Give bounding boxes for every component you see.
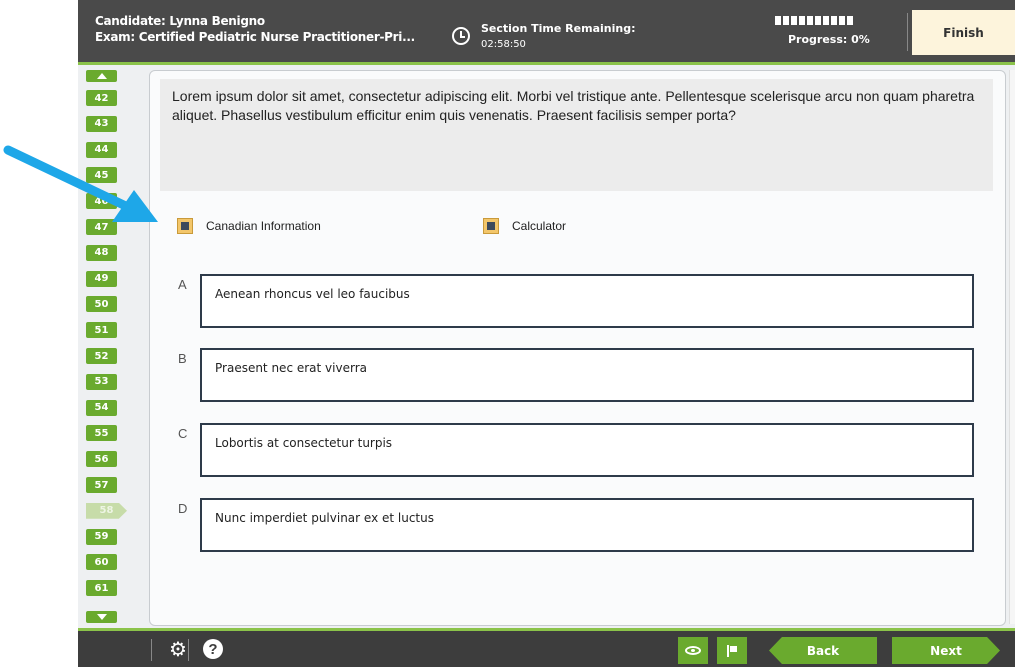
option-text: Praesent nec erat viverra: [215, 361, 367, 375]
question-nav-item[interactable]: 56: [86, 451, 117, 468]
progress-bar: [775, 16, 853, 25]
question-nav-item[interactable]: 53: [86, 373, 117, 390]
footer-divider: [151, 639, 152, 661]
question-nav-item[interactable]: 59: [86, 528, 117, 545]
gear-icon[interactable]: ⚙: [169, 640, 187, 660]
header-accent-line: [78, 62, 1015, 65]
question-nav-item[interactable]: 55: [86, 425, 117, 442]
question-nav-item[interactable]: 58: [86, 502, 127, 519]
arrow-down-icon: [96, 614, 107, 620]
question-nav-item[interactable]: 61: [86, 580, 117, 597]
question-nav-item[interactable]: 54: [86, 399, 117, 416]
progress-label: Progress: 0%: [788, 33, 870, 46]
flag-button[interactable]: [717, 637, 747, 664]
candidate-name: Candidate: Lynna Benigno: [95, 14, 265, 28]
exam-name: Exam: Certified Pediatric Nurse Practiti…: [95, 30, 415, 44]
option-text: Lobortis at consectetur turpis: [215, 436, 393, 450]
nav-up-button[interactable]: [86, 70, 117, 82]
question-nav-item[interactable]: 60: [86, 554, 117, 571]
finish-button[interactable]: Finish: [912, 10, 1015, 55]
option-letter-d: D: [178, 501, 188, 516]
question-stem: Lorem ipsum dolor sit amet, consectetur …: [160, 79, 993, 191]
timer-label: Section Time Remaining:: [481, 22, 636, 35]
answer-option-a[interactable]: Aenean rhoncus vel leo faucibus: [200, 274, 974, 328]
back-button[interactable]: Back: [769, 637, 877, 664]
eye-icon: [685, 646, 701, 655]
header-divider: [907, 13, 908, 51]
exhibit-label: Canadian Information: [206, 219, 321, 233]
question-nav-item[interactable]: 42: [86, 90, 117, 106]
flag-icon: [727, 644, 737, 657]
nav-down-button[interactable]: [86, 611, 117, 623]
calculator-label: Calculator: [512, 219, 567, 233]
question-nav-item[interactable]: 49: [86, 270, 117, 287]
review-button[interactable]: [678, 637, 708, 664]
candidate-info: Candidate: Lynna Benigno Exam: Certified…: [95, 13, 415, 45]
footer-bar: ⚙ ? Back Next: [78, 631, 1015, 667]
section-timer: Section Time Remaining: 02:58:50: [481, 21, 635, 53]
question-nav-item[interactable]: 51: [86, 322, 117, 339]
answer-option-c[interactable]: Lobortis at consectetur turpis: [200, 423, 974, 477]
arrow-up-icon: [96, 73, 107, 79]
calculator-icon: [483, 218, 499, 234]
question-nav-item[interactable]: 52: [86, 348, 117, 364]
question-nav-item[interactable]: 57: [86, 477, 117, 493]
calculator-button[interactable]: Calculator: [483, 218, 566, 234]
next-button[interactable]: Next: [892, 637, 1000, 664]
exhibit-button[interactable]: Canadian Information: [177, 218, 321, 234]
question-text: Lorem ipsum dolor sit amet, consectetur …: [172, 88, 975, 123]
exam-app: Candidate: Lynna Benigno Exam: Certified…: [78, 0, 1015, 667]
clock-icon: [452, 27, 470, 45]
footer-divider: [188, 639, 189, 661]
answer-option-d[interactable]: Nunc imperdiet pulvinar ex et luctus: [200, 498, 974, 552]
annotation-arrow: [3, 145, 158, 222]
question-nav-item[interactable]: 48: [86, 244, 117, 261]
image-icon: [177, 218, 193, 234]
question-panel: Lorem ipsum dolor sit amet, consectetur …: [149, 70, 1006, 626]
header-bar: Candidate: Lynna Benigno Exam: Certified…: [78, 0, 1015, 62]
answer-option-b[interactable]: Praesent nec erat viverra: [200, 348, 974, 402]
question-nav-item[interactable]: 50: [86, 296, 117, 313]
option-letter-c: C: [178, 426, 188, 441]
option-text: Aenean rhoncus vel leo faucibus: [215, 287, 410, 301]
vertical-scrollbar[interactable]: [1009, 70, 1015, 624]
option-letter-a: A: [178, 277, 187, 292]
option-text: Nunc imperdiet pulvinar ex et luctus: [215, 511, 434, 525]
help-icon[interactable]: ?: [203, 639, 223, 659]
option-letter-b: B: [178, 351, 187, 366]
timer-value: 02:58:50: [481, 39, 526, 50]
